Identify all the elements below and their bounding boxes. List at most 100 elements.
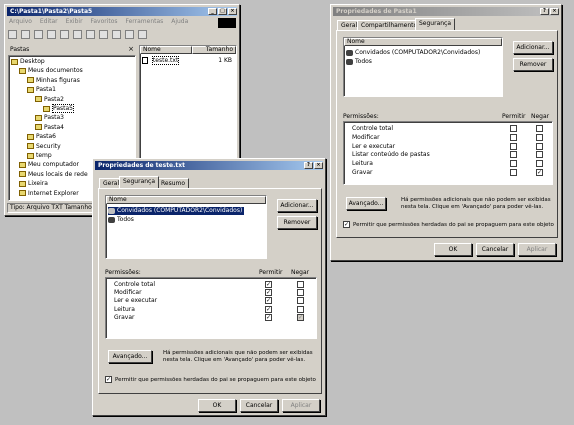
- tree-item[interactable]: temp: [27, 152, 52, 160]
- tree-item[interactable]: Pasta6: [27, 133, 56, 141]
- menu-editar[interactable]: Editar: [40, 18, 58, 25]
- explorer-titlebar[interactable]: C:\Pasta1\Pasta2\Pasta5 _ □ ×: [7, 7, 237, 16]
- tab-resumo[interactable]: Resumo: [157, 178, 190, 188]
- name-column-header[interactable]: Nome: [106, 196, 266, 204]
- allow-checkbox[interactable]: ✓: [265, 289, 272, 297]
- apply-button[interactable]: Aplicar: [282, 399, 320, 412]
- tab-geral-label: Geral: [341, 22, 358, 29]
- allow-checkbox[interactable]: [510, 151, 517, 159]
- allow-checkbox[interactable]: [510, 160, 517, 168]
- tree-item[interactable]: Desktop: [11, 58, 45, 66]
- ok-button[interactable]: OK: [198, 399, 236, 412]
- tree-item[interactable]: Security: [27, 143, 61, 151]
- tree-item[interactable]: Pasta1: [27, 86, 56, 94]
- deny-checkbox[interactable]: [297, 289, 304, 297]
- deny-checkbox[interactable]: [536, 133, 543, 141]
- allow-checkbox[interactable]: ✓: [265, 297, 272, 305]
- folder-dialog-titlebar[interactable]: Propriedades de Pasta1 ? ×: [333, 7, 559, 16]
- advanced-button[interactable]: Avançado...: [346, 197, 386, 210]
- close-button[interactable]: ×: [314, 162, 323, 169]
- up-icon[interactable]: [34, 30, 43, 39]
- deny-checkbox[interactable]: [536, 142, 543, 150]
- file-row[interactable]: teste.txt 1 KB: [142, 56, 234, 65]
- tab-seguranca[interactable]: Segurança: [119, 176, 160, 188]
- tab-compartilhamento[interactable]: Compartilhamento: [357, 20, 422, 30]
- search-icon[interactable]: [47, 30, 56, 39]
- minimize-button[interactable]: _: [208, 8, 217, 15]
- folders-icon[interactable]: [60, 30, 69, 39]
- cancel-button[interactable]: Cancelar: [240, 399, 278, 412]
- tab-geral-label: Geral: [103, 180, 120, 187]
- maximize-button[interactable]: □: [218, 8, 227, 15]
- deny-checkbox[interactable]: ✓: [297, 313, 304, 321]
- column-name[interactable]: Nome: [140, 46, 192, 54]
- close-button[interactable]: ×: [550, 8, 559, 15]
- tree-item[interactable]: Internet Explorer: [19, 190, 79, 198]
- ok-button[interactable]: OK: [434, 243, 472, 256]
- allow-checkbox[interactable]: ✓: [265, 305, 272, 313]
- inherit-checkbox[interactable]: ✓: [343, 221, 350, 228]
- tree-item[interactable]: Meus documentos: [19, 67, 83, 75]
- history-icon[interactable]: [73, 30, 82, 39]
- tree-item[interactable]: Pasta5: [43, 104, 74, 113]
- menu-exibir[interactable]: Exibir: [66, 18, 83, 25]
- deny-checkbox[interactable]: [297, 281, 304, 288]
- deny-checkbox[interactable]: [536, 160, 543, 168]
- menu-favoritos[interactable]: Favoritos: [90, 18, 117, 25]
- allow-checkbox[interactable]: [510, 142, 517, 150]
- deny-checkbox[interactable]: [297, 297, 304, 305]
- add-label: Adicionar...: [280, 202, 314, 209]
- menu-arquivo[interactable]: Arquivo: [9, 18, 32, 25]
- remove-button[interactable]: Remover: [277, 216, 317, 229]
- move-icon[interactable]: [86, 30, 95, 39]
- cancel-button[interactable]: Cancelar: [476, 243, 514, 256]
- back-icon[interactable]: [8, 30, 17, 39]
- allow-checkbox[interactable]: ✓: [265, 281, 272, 288]
- tree-item[interactable]: Pasta4: [35, 124, 64, 132]
- views-icon[interactable]: [138, 30, 147, 39]
- deny-checkbox[interactable]: ✓: [536, 169, 543, 176]
- close-pane-icon[interactable]: ×: [128, 45, 134, 53]
- user-row-todos[interactable]: Todos: [346, 58, 372, 66]
- copy-icon[interactable]: [99, 30, 108, 39]
- allow-checkbox[interactable]: ✓: [265, 313, 272, 321]
- users-list[interactable]: Nome Convidados (COMPUTADOR2\Convidados)…: [105, 195, 267, 259]
- apply-button[interactable]: Aplicar: [518, 243, 556, 256]
- allow-checkbox[interactable]: [510, 169, 517, 176]
- deny-checkbox[interactable]: [536, 125, 543, 132]
- forward-icon[interactable]: [21, 30, 30, 39]
- remove-button[interactable]: Remover: [513, 58, 553, 71]
- inherit-checkbox[interactable]: ✓: [105, 376, 112, 383]
- tree-item[interactable]: Meus locais de rede: [19, 171, 88, 179]
- tree-item[interactable]: Meu computador: [19, 161, 79, 169]
- add-button[interactable]: Adicionar...: [513, 41, 553, 54]
- delete-icon[interactable]: [112, 30, 121, 39]
- deny-checkbox[interactable]: [297, 305, 304, 313]
- file-dialog-titlebar[interactable]: Propriedades de teste.txt ? ×: [95, 161, 323, 170]
- name-column-header[interactable]: Nome: [344, 38, 502, 46]
- user-row-todos[interactable]: Todos: [108, 216, 134, 224]
- tree-item[interactable]: Lixeira: [19, 180, 48, 188]
- user-row-convidados[interactable]: Convidados (COMPUTADOR2\Convidados): [346, 49, 480, 57]
- menu-ajuda[interactable]: Ajuda: [171, 18, 188, 25]
- help-button[interactable]: ?: [304, 162, 313, 169]
- close-button[interactable]: ×: [228, 8, 237, 15]
- permission-name: Controle total: [352, 125, 394, 132]
- deny-checkbox[interactable]: [536, 151, 543, 159]
- allow-checkbox[interactable]: [510, 133, 517, 141]
- help-button[interactable]: ?: [540, 8, 549, 15]
- users-list[interactable]: Nome Convidados (COMPUTADOR2\Convidados)…: [343, 37, 503, 97]
- column-size[interactable]: Tamanho: [192, 46, 236, 54]
- allow-checkbox[interactable]: [510, 125, 517, 132]
- permission-rows: Controle total ✓ Modificar ✓ Ler e executar ✓…: [106, 278, 316, 338]
- user-row-convidados[interactable]: Convidados (COMPUTADOR2\Convidados): [108, 207, 245, 215]
- undo-icon[interactable]: [125, 30, 134, 39]
- tree-item[interactable]: Pasta3: [35, 114, 64, 122]
- menu-ferramentas[interactable]: Ferramentas: [125, 18, 163, 25]
- add-button[interactable]: Adicionar...: [277, 199, 317, 212]
- tab-seguranca[interactable]: Segurança: [415, 18, 456, 30]
- file-size: 1 KB: [218, 57, 232, 64]
- tree-item[interactable]: Pasta2: [35, 96, 64, 104]
- advanced-button[interactable]: Avançado...: [108, 350, 152, 363]
- tree-item[interactable]: Minhas figuras: [27, 77, 80, 85]
